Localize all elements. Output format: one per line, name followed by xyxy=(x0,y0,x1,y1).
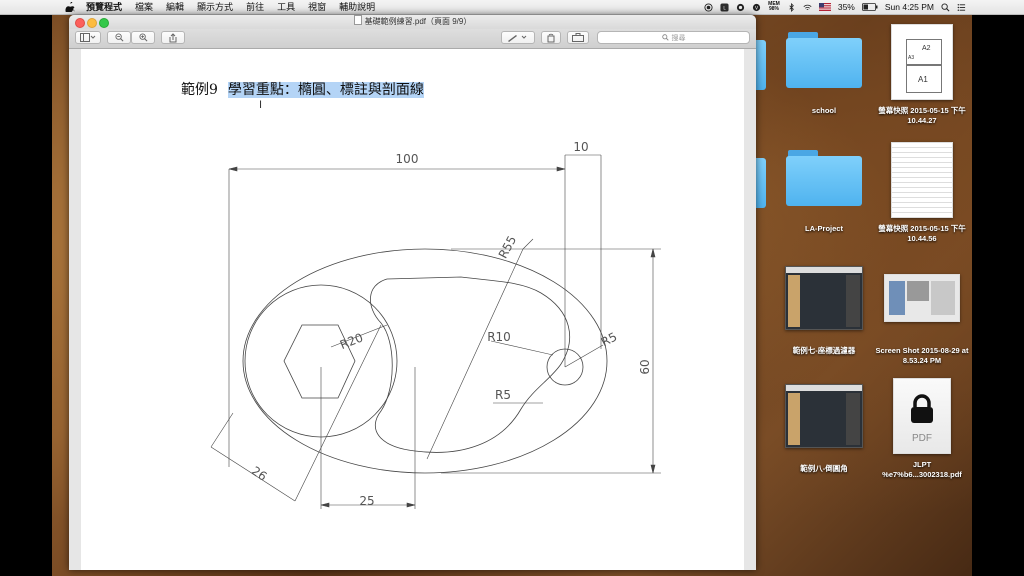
sidebar-icon xyxy=(80,33,96,42)
dimension-labels: 100 10 R55 R20 R10 R5 R5 60 26 25 xyxy=(249,140,652,508)
desktop-item-label: 螢幕快照 2015-05-15 下午10.44.56 xyxy=(878,224,966,243)
zoom-in-icon xyxy=(138,33,147,42)
vpn-icon[interactable]: V xyxy=(752,3,761,12)
desktop-folder-edge[interactable] xyxy=(756,158,766,208)
screenshot-thumbnail xyxy=(884,274,960,322)
drawing-outline xyxy=(242,248,608,474)
pdf-document-icon xyxy=(353,15,362,25)
menu-bar: 預覽程式 檔案 編輯 顯示方式 前往 工具 視窗 輔助說明 L V MEM 98… xyxy=(0,0,1024,15)
menu-app-name[interactable]: 預覽程式 xyxy=(86,0,122,14)
window-title-text: 基礎範例練習.pdf（頁面 9/9） xyxy=(364,17,472,26)
screenshot-thumbnail: A2 A3 A1 xyxy=(891,24,953,100)
dim-100-label: 100 xyxy=(396,152,419,166)
rotate-icon xyxy=(547,33,555,42)
folder-icon xyxy=(786,150,862,206)
menu-help[interactable]: 輔助說明 xyxy=(339,0,375,14)
window-title: 基礎範例練習.pdf（頁面 9/9） xyxy=(69,15,756,29)
desktop-screenshot-5[interactable]: 範例八-倒圓角 xyxy=(776,384,872,474)
sync-icon[interactable] xyxy=(736,3,745,12)
toolbox-icon xyxy=(572,33,584,42)
toolbar: 搜尋 xyxy=(69,29,756,49)
desktop-item-label: 螢幕快照 2015-05-15 下午10.44.27 xyxy=(878,106,966,125)
memory-monitor[interactable]: MEM 98% xyxy=(768,2,780,12)
desktop-folder-la-project[interactable]: LA-Project xyxy=(776,150,872,234)
dim-10-label: 10 xyxy=(573,140,588,154)
us-flag-icon[interactable] xyxy=(818,3,831,11)
menu-go[interactable]: 前往 xyxy=(246,0,264,14)
dimension-lines xyxy=(210,154,661,509)
preview-window: 基礎範例練習.pdf（頁面 9/9） 搜尋 範例9 學習重點：橢圓、標註與剖面線… xyxy=(69,15,756,570)
desktop-screenshot-4[interactable]: Screen Shot 2015-08-29 at 8.53.24 PM xyxy=(874,274,970,366)
document-scroll-area[interactable]: 範例9 學習重點：橢圓、標註與剖面線 I 100 10 R55 R20 R10 … xyxy=(69,49,756,570)
search-icon xyxy=(661,34,669,41)
bluetooth-icon[interactable] xyxy=(787,2,796,12)
menu-edit[interactable]: 編輯 xyxy=(166,0,184,14)
share-icon xyxy=(169,32,177,42)
search-field[interactable]: 搜尋 xyxy=(597,31,750,44)
rotate-button[interactable] xyxy=(541,31,561,44)
dim-r55-label: R55 xyxy=(496,233,519,260)
wifi-icon[interactable] xyxy=(803,3,812,12)
screenshot-thumbnail xyxy=(785,384,863,448)
dim-26-label: 26 xyxy=(249,464,269,484)
dim-25-label: 25 xyxy=(359,494,374,508)
locked-pdf-icon: PDF xyxy=(893,378,951,454)
desktop-item-label: 範例七-座標過濾器 xyxy=(792,346,856,355)
share-button[interactable] xyxy=(161,31,185,44)
screenshot-thumbnail xyxy=(785,266,863,330)
lock-icon xyxy=(911,394,933,423)
markup-pen-button[interactable] xyxy=(501,31,535,44)
dim-r5-bottom-label: R5 xyxy=(495,388,511,402)
desktop-item-label: 範例八-倒圓角 xyxy=(800,464,848,473)
dim-r5-top-label: R5 xyxy=(599,330,620,350)
zoom-out-button[interactable] xyxy=(107,31,131,44)
menu-view[interactable]: 顯示方式 xyxy=(197,0,233,14)
title-bar[interactable]: 基礎範例練習.pdf（頁面 9/9） xyxy=(69,15,756,29)
dim-60-label: 60 xyxy=(638,359,652,374)
screenshot-thumbnail xyxy=(891,142,953,218)
desktop-folder-edge[interactable] xyxy=(756,40,766,90)
desktop-screenshot-2[interactable]: 螢幕快照 2015-05-15 下午10.44.56 xyxy=(874,142,970,244)
pdf-label: PDF xyxy=(912,433,932,444)
apple-menu-icon[interactable] xyxy=(64,2,76,12)
line-app-icon[interactable]: L xyxy=(720,2,729,12)
status-menus: L V MEM 98% 35% Sun 4:25 PM xyxy=(704,0,966,14)
sidebar-toggle-button[interactable] xyxy=(75,31,101,44)
desktop-pdf-jlpt[interactable]: PDF JLPT %e7%b6...3002318.pdf xyxy=(874,378,970,480)
spotlight-icon[interactable] xyxy=(941,2,950,12)
notification-center-icon[interactable] xyxy=(957,3,966,12)
clock[interactable]: Sun 4:25 PM xyxy=(885,2,934,12)
letterbox-left xyxy=(0,14,52,576)
desktop-item-label: Screen Shot 2015-08-29 at 8.53.24 PM xyxy=(875,346,969,365)
menu-tools[interactable]: 工具 xyxy=(277,0,295,14)
desktop-folder-school[interactable]: school xyxy=(776,32,872,116)
desktop-item-label: JLPT %e7%b6...3002318.pdf xyxy=(882,460,962,479)
zoom-in-button[interactable] xyxy=(131,31,155,44)
battery-percent[interactable]: 35% xyxy=(838,2,855,12)
search-placeholder: 搜尋 xyxy=(671,34,686,42)
letterbox-right xyxy=(972,14,1024,576)
dim-r10-label: R10 xyxy=(487,330,511,344)
memory-value: 98% xyxy=(769,6,780,12)
menu-window[interactable]: 視窗 xyxy=(308,0,326,14)
desktop-item-label: LA-Project xyxy=(805,224,843,233)
pdf-page[interactable]: 範例9 學習重點：橢圓、標註與剖面線 I 100 10 R55 R20 R10 … xyxy=(81,49,744,570)
cad-drawing: 100 10 R55 R20 R10 R5 R5 60 26 25 xyxy=(210,140,661,509)
desktop-item-label: school xyxy=(811,106,837,115)
markup-toolbox-button[interactable] xyxy=(567,31,589,44)
pen-icon xyxy=(508,35,527,42)
battery-icon[interactable] xyxy=(861,3,878,11)
desktop-screenshot-3[interactable]: 範例七-座標過濾器 xyxy=(776,266,872,356)
folder-icon xyxy=(786,32,862,88)
desktop-screenshot-1[interactable]: A2 A3 A1 螢幕快照 2015-05-15 下午10.44.27 xyxy=(874,24,970,126)
zoom-out-icon xyxy=(114,33,123,42)
menu-file[interactable]: 檔案 xyxy=(135,0,153,14)
record-icon[interactable] xyxy=(704,2,713,12)
